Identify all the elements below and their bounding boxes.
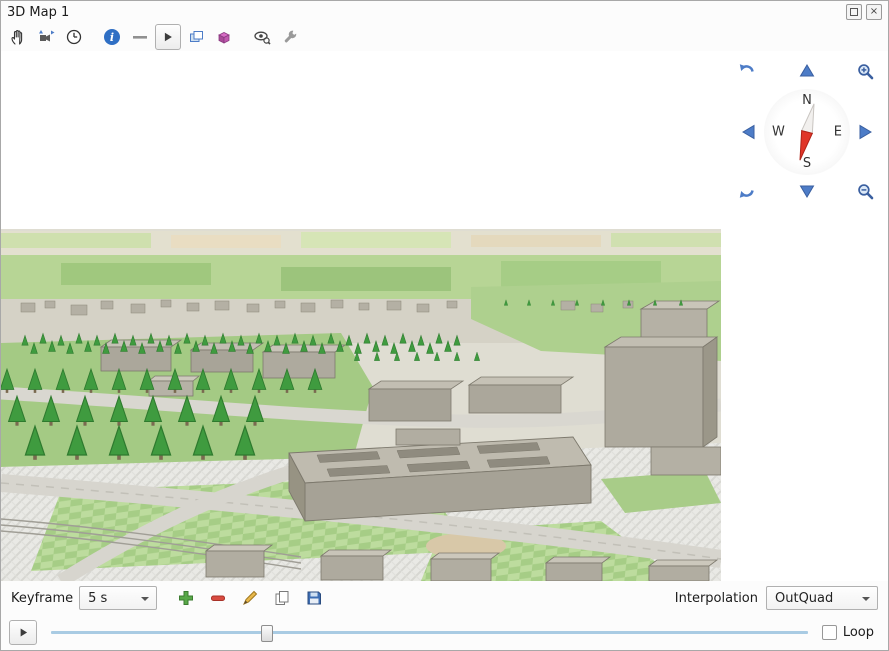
timeline-bar: Loop <box>1 615 888 650</box>
animation-clock-icon <box>65 28 83 46</box>
slider-groove[interactable] <box>51 631 808 634</box>
timeline-slider[interactable] <box>51 622 808 643</box>
main-area: N S W E <box>1 51 888 581</box>
pan-button[interactable] <box>5 24 31 50</box>
interpolation-value: OutQuad <box>775 591 833 606</box>
copy-icon <box>273 589 291 607</box>
zoom-out-button[interactable] <box>855 181 875 201</box>
identify-icon: i <box>104 29 120 45</box>
float-button[interactable] <box>846 4 862 20</box>
keyframe-label: Keyframe <box>11 591 73 606</box>
duplicate-keyframe-button[interactable] <box>269 585 295 611</box>
measure-line-button[interactable] <box>127 24 153 50</box>
animation-button[interactable] <box>61 24 87 50</box>
window-chrome: × <box>846 4 882 20</box>
move-right-button[interactable] <box>855 122 875 142</box>
keyframe-select[interactable]: 5 s <box>79 586 157 610</box>
effects-3d-cube-icon <box>215 28 233 46</box>
identify-glyph: i <box>110 31 114 44</box>
save-animation-button[interactable] <box>301 585 327 611</box>
titlebar[interactable]: 3D Map 1 × <box>1 1 888 23</box>
up-arrow-icon <box>798 62 816 80</box>
interpolation-select[interactable]: OutQuad <box>766 586 878 610</box>
configure-button[interactable] <box>277 24 303 50</box>
add-keyframe-button[interactable] <box>173 585 199 611</box>
toolbar: i <box>1 23 888 51</box>
add-icon <box>177 589 195 607</box>
3d-map-viewport[interactable] <box>1 51 721 581</box>
timeline-play-button[interactable] <box>9 620 37 645</box>
navigation-panel: N S W E <box>721 51 888 581</box>
camera-move-icon <box>37 28 55 46</box>
tilt-up-button[interactable] <box>797 61 817 81</box>
save-disk-icon <box>305 589 323 607</box>
edit-keyframe-button[interactable] <box>237 585 263 611</box>
zoom-in-button[interactable] <box>855 61 875 81</box>
edit-pencil-icon <box>241 589 259 607</box>
rotate-ccw-button[interactable] <box>737 61 757 81</box>
eye-dome-icon <box>253 28 271 46</box>
close-button[interactable]: × <box>866 4 882 20</box>
rotate-cw-icon <box>738 182 756 200</box>
rotate-ccw-icon <box>738 62 756 80</box>
move-left-button[interactable] <box>739 122 759 142</box>
effects-3d-button[interactable] <box>211 24 237 50</box>
loop-checkbox[interactable] <box>822 625 837 640</box>
measure-line-icon <box>131 28 149 46</box>
eye-dome-lighting-button[interactable] <box>249 24 275 50</box>
play-icon <box>17 626 30 639</box>
loop-label: Loop <box>843 625 874 640</box>
play-animation-button[interactable] <box>155 24 181 50</box>
export-scene-icon <box>187 28 205 46</box>
keyframe-value: 5 s <box>88 591 107 606</box>
zoom-in-icon <box>856 62 875 81</box>
right-arrow-icon <box>856 123 874 141</box>
compass-needle <box>764 89 850 175</box>
remove-keyframe-button[interactable] <box>205 585 231 611</box>
export-scene-button[interactable] <box>183 24 209 50</box>
float-icon <box>850 8 858 16</box>
play-icon <box>161 30 175 44</box>
interpolation-label: Interpolation <box>675 591 758 606</box>
slider-handle[interactable] <box>261 625 273 642</box>
chevron-down-icon <box>141 597 149 601</box>
compass[interactable]: N S W E <box>764 89 850 175</box>
pan-hand-icon <box>9 28 27 46</box>
keyframe-bar: Keyframe 5 s <box>1 581 888 615</box>
configure-wrench-icon <box>281 28 299 46</box>
window-title: 3D Map 1 <box>7 5 69 20</box>
zoom-out-icon <box>856 182 875 201</box>
rotate-cw-button[interactable] <box>737 181 757 201</box>
tilt-down-button[interactable] <box>797 181 817 201</box>
remove-icon <box>209 589 227 607</box>
chevron-down-icon <box>862 597 870 601</box>
close-icon: × <box>870 7 878 17</box>
3d-scene <box>1 51 721 581</box>
camera-control-button[interactable] <box>33 24 59 50</box>
down-arrow-icon <box>798 182 816 200</box>
identify-button[interactable]: i <box>99 24 125 50</box>
left-arrow-icon <box>740 123 758 141</box>
3d-map-window: 3D Map 1 × <box>0 0 889 651</box>
